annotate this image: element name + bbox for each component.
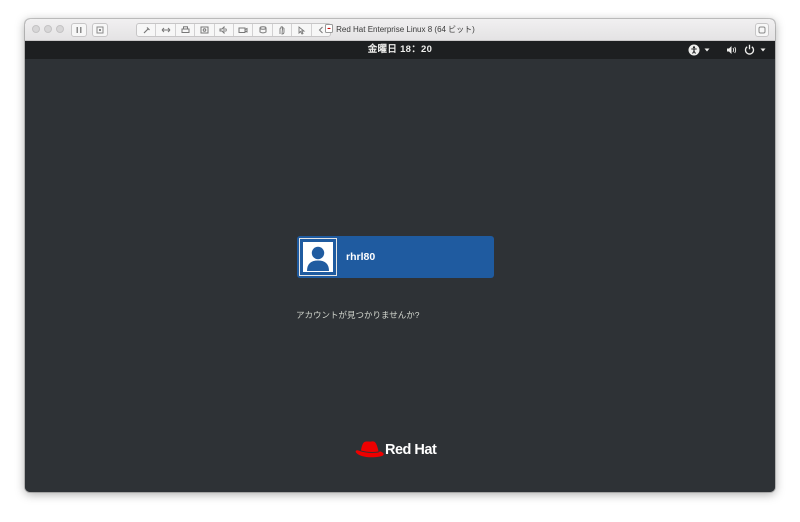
vm-window: Red Hat Enterprise Linux 8 (64 ビット) 金曜日 … [25,19,775,492]
clock[interactable]: 金曜日 18：20 [25,41,775,59]
redhat-logo: Red Hat [355,438,445,462]
redhat-logo-text: Red Hat [385,442,437,458]
power-icon[interactable] [744,44,755,55]
vm-window-title: Red Hat Enterprise Linux 8 (64 ビット) [25,23,775,37]
vm-window-title-text: Red Hat Enterprise Linux 8 (64 ビット) [336,25,475,34]
gnome-top-bar: 金曜日 18：20 [25,41,775,59]
avatar [299,238,337,276]
fullscreen-icon [758,26,766,34]
volume-icon[interactable] [726,45,738,55]
redhat-hat-icon [355,441,384,458]
user-icon [307,246,329,271]
vm-os-icon [325,24,334,33]
guest-screen: 金曜日 18：20 rhrl80 アカウントが見つかりませんか? Red Hat [25,41,775,492]
chevron-down-icon[interactable] [704,48,710,52]
fullscreen-button[interactable] [755,23,769,37]
not-listed-link[interactable]: アカウントが見つかりませんか? [296,309,419,321]
user-list-item[interactable]: rhrl80 [297,236,494,278]
chevron-down-icon[interactable] [760,48,766,52]
vm-titlebar: Red Hat Enterprise Linux 8 (64 ビット) [25,19,775,41]
user-name: rhrl80 [346,251,376,263]
accessibility-icon[interactable] [688,44,700,56]
